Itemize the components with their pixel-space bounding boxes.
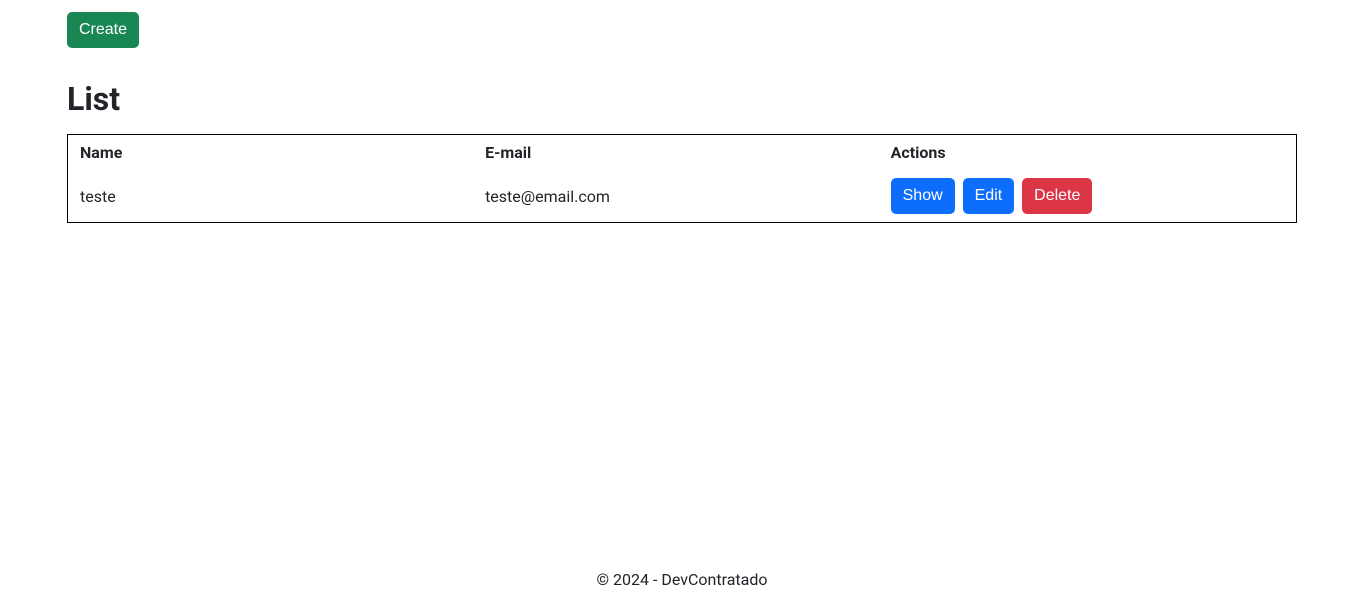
list-table: Name E-mail Actions teste teste@email.co…	[67, 134, 1297, 223]
footer-text: © 2024 - DevContratado	[596, 570, 767, 589]
create-button[interactable]: Create	[67, 12, 139, 48]
header-actions: Actions	[879, 135, 1297, 171]
delete-button[interactable]: Delete	[1022, 178, 1092, 214]
footer: © 2024 - DevContratado	[0, 560, 1364, 597]
table-row: teste teste@email.com Show Edit Delete	[68, 170, 1297, 223]
page-title: List	[67, 80, 1297, 118]
header-name: Name	[68, 135, 474, 171]
edit-button[interactable]: Edit	[963, 178, 1015, 214]
cell-email: teste@email.com	[473, 170, 879, 223]
table-header-row: Name E-mail Actions	[68, 135, 1297, 171]
header-email: E-mail	[473, 135, 879, 171]
cell-name: teste	[68, 170, 474, 223]
show-button[interactable]: Show	[891, 178, 955, 214]
cell-actions: Show Edit Delete	[879, 170, 1297, 223]
main-container: Create List Name E-mail Actions teste te…	[0, 0, 1364, 560]
